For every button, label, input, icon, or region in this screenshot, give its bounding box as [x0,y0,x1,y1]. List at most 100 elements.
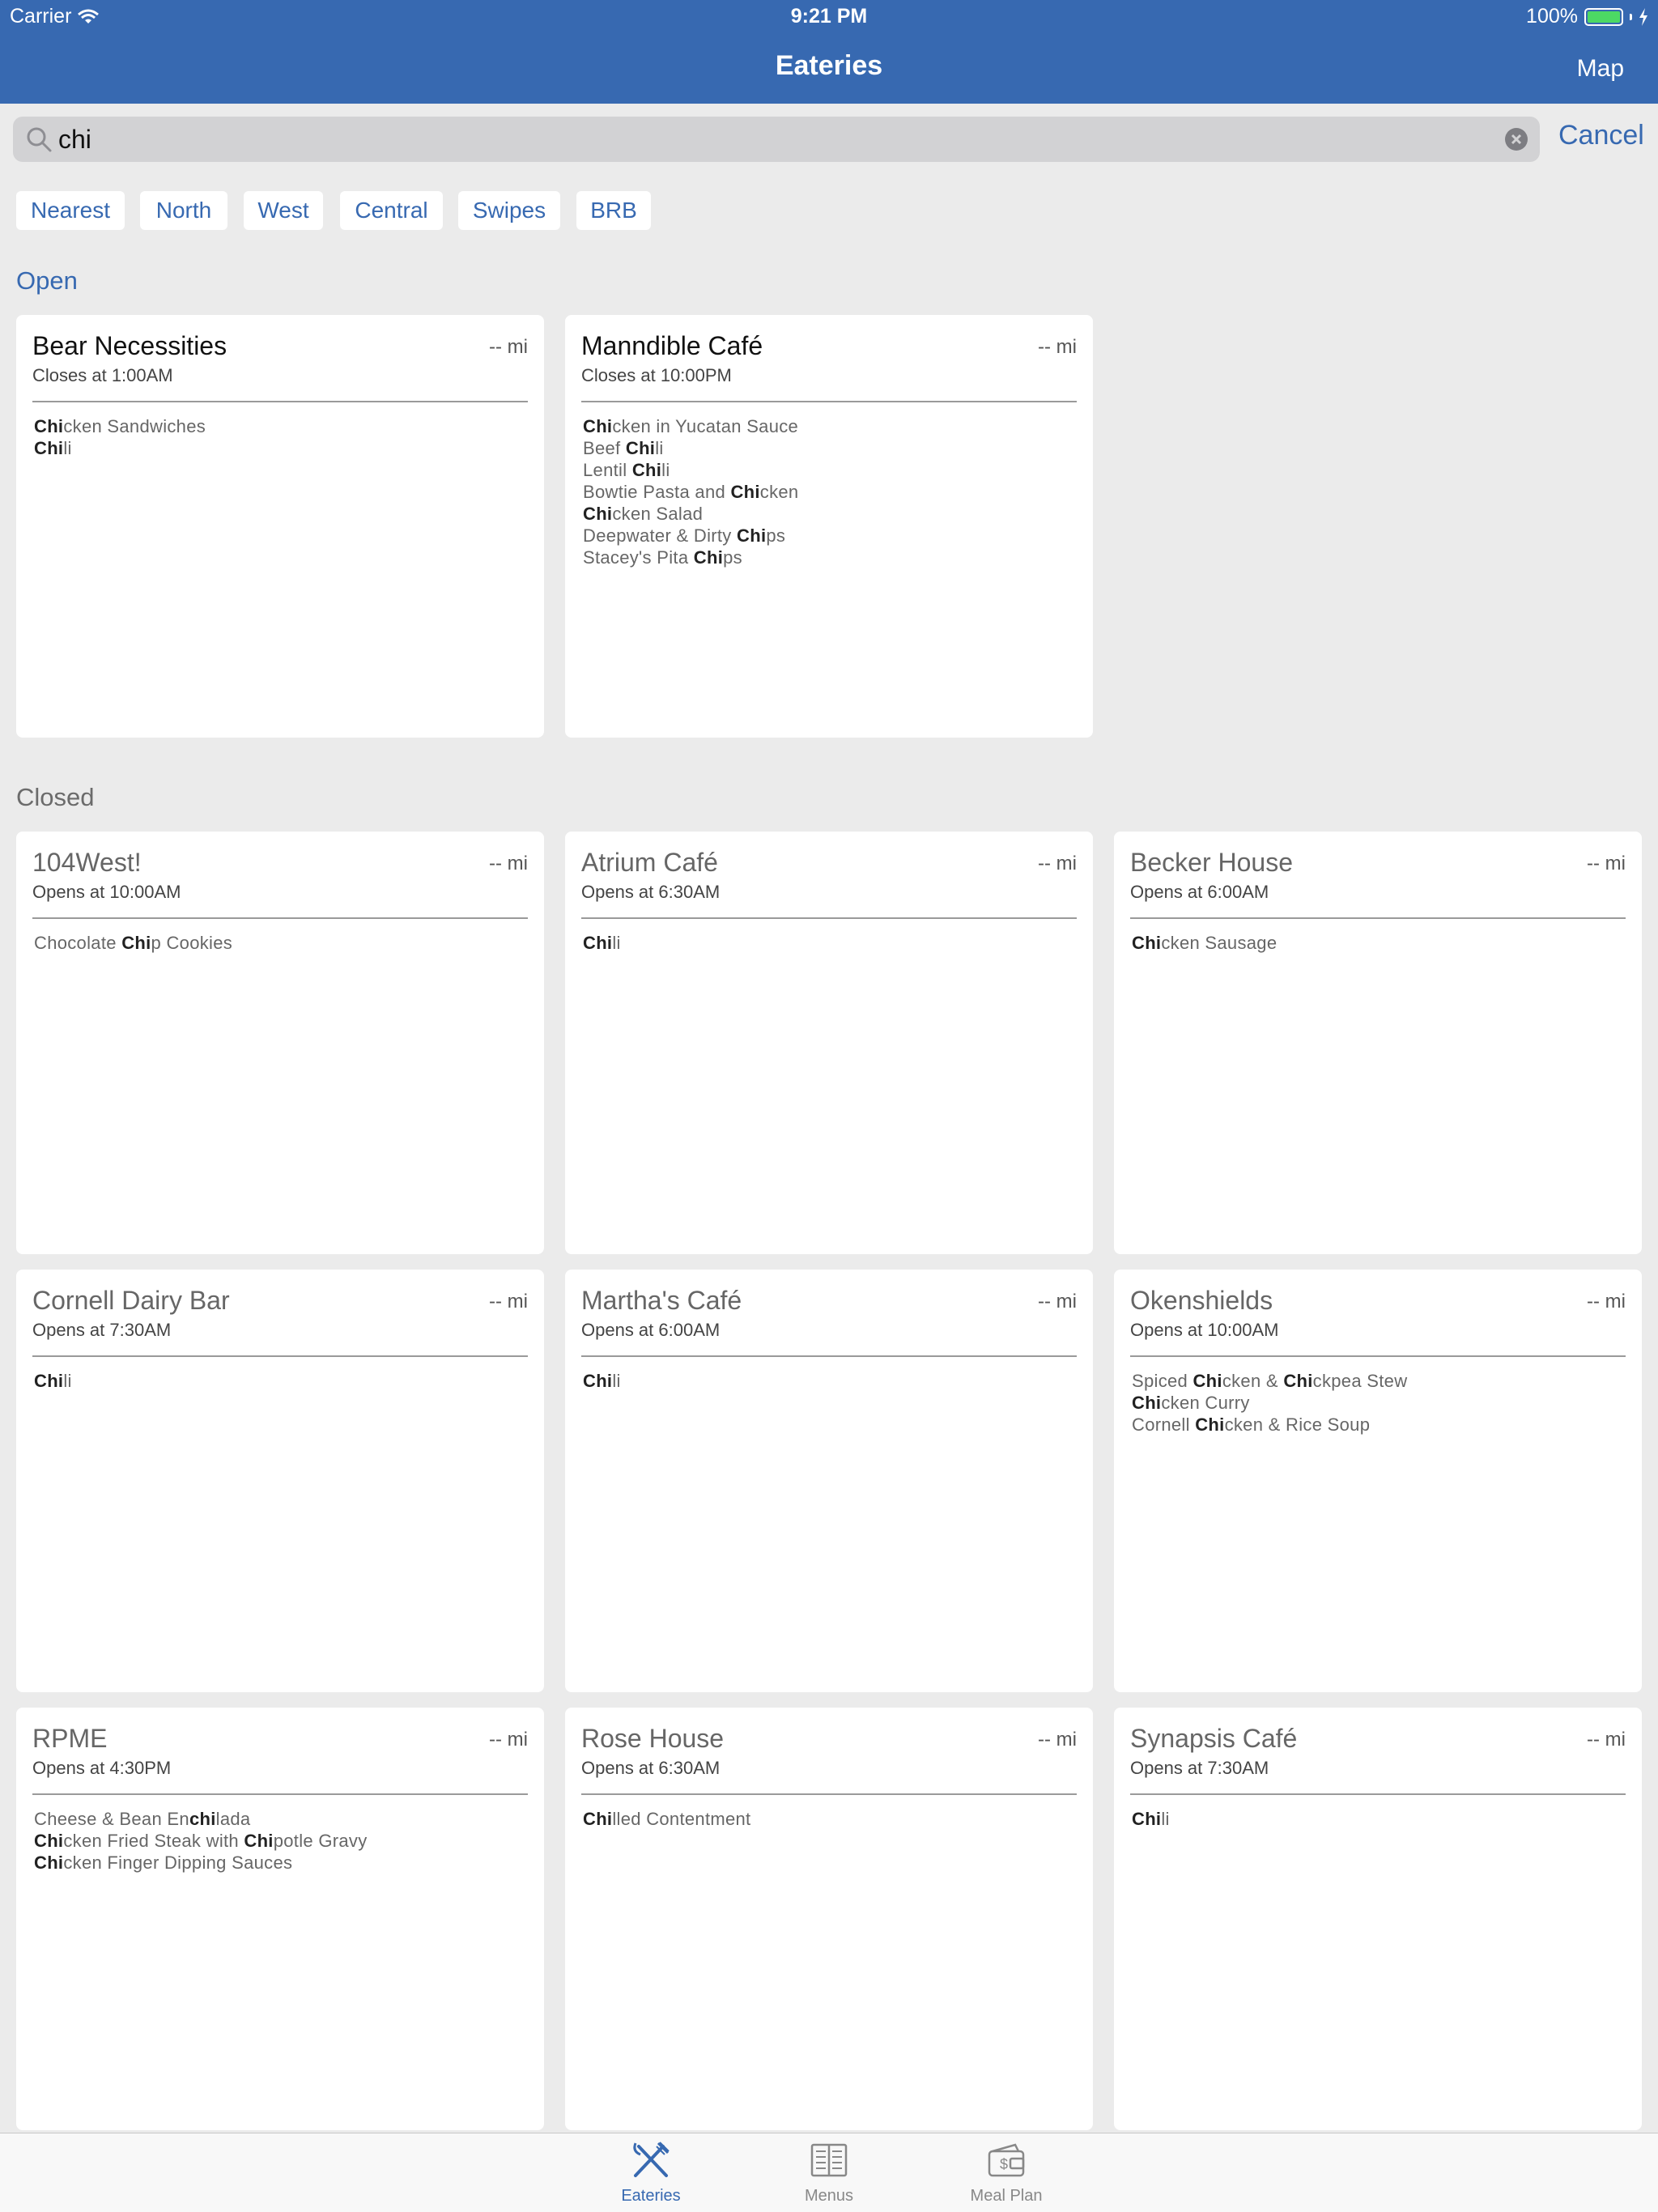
eatery-distance: -- mi [1587,1729,1626,1750]
card-divider [581,401,1077,402]
eatery-hours: Opens at 4:30PM [32,1758,172,1778]
charging-bolt-icon [1639,7,1647,26]
menu-item-text: lada [215,1809,251,1829]
menu-item-list: Chicken in Yucatan Sauce Beef Chili Lentil… [583,415,1077,568]
page-title: Eateries [775,50,883,81]
clear-search-icon[interactable] [1504,127,1528,151]
eatery-card[interactable]: Becker House -- mi Opens at 6:00AM Chick… [1114,832,1642,1254]
menu-item: Chicken Curry [1132,1392,1626,1414]
filter-nearest[interactable]: Nearest [16,191,125,230]
eatery-name: Rose House [581,1724,725,1753]
menu-item: Spiced Chicken & Chickpea Stew [1132,1370,1626,1392]
menu-item: Chicken Salad [583,503,1077,525]
menu-item: Bowtie Pasta and Chicken [583,481,1077,503]
eatery-hours: Opens at 6:00AM [1130,882,1269,902]
menu-item-text: Bowtie Pasta and [583,482,731,502]
menu-item-text: li [63,438,72,458]
eatery-distance: -- mi [1038,1729,1077,1750]
menu-item: Chili [583,932,1077,954]
filter-brb[interactable]: BRB [576,191,651,230]
menu-item-text: cken Sausage [1161,933,1278,953]
eatery-distance: -- mi [489,336,528,358]
eatery-card[interactable]: Okenshields -- mi Opens at 10:00AM Spice… [1114,1270,1642,1692]
clock: 9:21 PM [790,5,868,28]
eatery-card[interactable]: Atrium Café -- mi Opens at 6:30AM Chili [565,832,1093,1254]
fork-knife-icon [633,2142,670,2177]
menu-item: Chilled Contentment [583,1808,1077,1830]
menu-book-icon [810,2143,848,2177]
tab-menus[interactable]: Menus [756,2133,902,2212]
eatery-distance: -- mi [1038,853,1077,874]
menu-item: Cornell Chicken & Rice Soup [1132,1414,1626,1436]
eatery-name: 104West! [32,848,142,877]
eatery-card[interactable]: Martha's Café -- mi Opens at 6:00AM Chil… [565,1270,1093,1692]
eatery-card[interactable]: Cornell Dairy Bar -- mi Opens at 7:30AM … [16,1270,544,1692]
menu-item-text: Deepwater & Dirty [583,525,738,546]
menu-item-text: cken Curry [1161,1393,1250,1413]
card-divider [32,1793,528,1795]
filter-swipes[interactable]: Swipes [458,191,560,230]
search-icon [27,127,52,152]
eatery-card[interactable]: Rose House -- mi Opens at 6:30AM Chilled… [565,1708,1093,2130]
menu-item-text: Stacey's Pita [583,547,694,568]
eatery-distance: -- mi [489,1729,528,1750]
filter-central[interactable]: Central [340,191,443,230]
tab-meal-plan[interactable]: $ Meal Plan [933,2133,1079,2212]
menu-item-text: Beef [583,438,626,458]
tab-eateries[interactable]: Eateries [578,2133,724,2212]
menu-item-text: cken Finger Dipping Sauces [63,1853,293,1873]
eatery-name: Okenshields [1130,1286,1273,1315]
eatery-hours: Closes at 1:00AM [32,365,173,385]
search-match-text: Chi [693,547,724,568]
eatery-hours: Opens at 6:30AM [581,882,721,902]
menu-item-text: cken & [1222,1371,1284,1391]
eatery-distance: -- mi [1587,1291,1626,1312]
eatery-card[interactable]: Synapsis Café -- mi Opens at 7:30AM Chil… [1114,1708,1642,2130]
menu-item-list: Chili [583,932,1077,954]
eatery-card[interactable]: Bear Necessities -- mi Closes at 1:00AM … [16,315,544,738]
menu-item: Chicken Fried Steak with Chipotle Gravy [34,1830,528,1852]
menu-item-text: cken Salad [612,504,704,524]
cancel-button[interactable]: Cancel [1558,120,1644,151]
menu-item-list: Chili [1132,1808,1626,1830]
menu-item: Chili [583,1370,1077,1392]
menu-item-text: li [612,1371,621,1391]
search-match-text: Chi [1192,1371,1222,1391]
search-input[interactable] [58,121,1483,157]
eatery-card[interactable]: RPME -- mi Opens at 4:30PM Cheese & Bean… [16,1708,544,2130]
menu-item-text: cken Fried Steak with [63,1831,244,1851]
eatery-name: Atrium Café [581,848,718,877]
search-match-text: Chi [583,504,613,524]
menu-item-text: cken Sandwiches [63,416,206,436]
eatery-card[interactable]: Manndible Café -- mi Closes at 10:00PM C… [565,315,1093,738]
filter-north[interactable]: North [140,191,227,230]
menu-item-text: Cornell [1132,1414,1196,1435]
menu-item-text: ps [766,525,786,546]
eatery-card[interactable]: 104West! -- mi Opens at 10:00AM Chocolat… [16,832,544,1254]
eatery-hours: Opens at 6:00AM [581,1320,721,1340]
menu-item-list: Cheese & Bean Enchilada Chicken Fried Ste… [34,1808,528,1874]
menu-item-text: ckpea Stew [1312,1371,1408,1391]
menu-item-text: li [1161,1809,1170,1829]
menu-item-text: potle Gravy [273,1831,368,1851]
menu-item-text: li [612,933,621,953]
eatery-name: Becker House [1130,848,1293,877]
menu-item-list: Chicken Sandwiches Chili [34,415,528,459]
menu-item-text: li [63,1371,72,1391]
search-bar[interactable] [13,117,1540,162]
eatery-distance: -- mi [489,1291,528,1312]
card-divider [581,1793,1077,1795]
filter-west[interactable]: West [244,191,323,230]
eatery-hours: Opens at 7:30AM [32,1320,172,1340]
card-divider [32,917,528,919]
search-match-text: Chi [1132,1393,1162,1413]
menu-item: Chocolate Chip Cookies [34,932,528,954]
menu-item-text: Cheese & Bean En [34,1809,189,1829]
card-divider [1130,1793,1626,1795]
search-match-text: Chi [121,933,151,953]
eatery-distance: -- mi [1587,853,1626,874]
map-button[interactable]: Map [1577,55,1624,83]
menu-item-text: cken [759,482,799,502]
menu-item-text: cken in Yucatan Sauce [612,416,799,436]
menu-item: Chicken Finger Dipping Sauces [34,1852,528,1874]
